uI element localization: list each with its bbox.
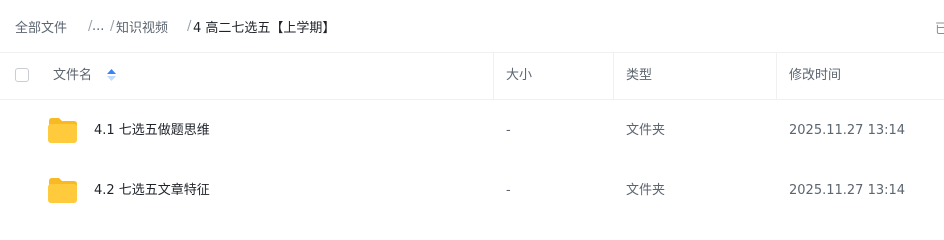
column-header-name[interactable]: 文件名 bbox=[53, 53, 92, 99]
sort-ascending-icon[interactable] bbox=[107, 69, 116, 81]
column-header-type[interactable]: 类型 bbox=[626, 53, 652, 99]
folder-icon bbox=[48, 178, 77, 203]
file-type: 文件夹 bbox=[626, 183, 666, 198]
file-modified: 2025.11.27 13:14 bbox=[789, 123, 906, 138]
table-header: 文件名 大小 类型 修改时间 bbox=[0, 52, 944, 100]
table-row[interactable]: 4.1 七选五做题思维 - 文件夹 2025.11.27 13:14 bbox=[0, 101, 944, 161]
breadcrumb-knowledge-videos[interactable]: 知识视频 bbox=[116, 17, 168, 36]
folder-icon bbox=[48, 118, 77, 143]
column-divider bbox=[493, 53, 494, 99]
breadcrumb: 全部文件 / ... / 知识视频 / 4 高二七选五【上学期】 已 bbox=[0, 0, 944, 52]
file-name[interactable]: 4.1 七选五做题思维 bbox=[94, 101, 210, 161]
column-divider bbox=[776, 53, 777, 99]
table-row[interactable]: 4.2 七选五文章特征 - 文件夹 2025.11.27 13:14 bbox=[0, 161, 944, 221]
breadcrumb-separator: / bbox=[187, 18, 192, 34]
file-type: 文件夹 bbox=[626, 123, 666, 138]
file-name[interactable]: 4.2 七选五文章特征 bbox=[94, 161, 210, 221]
breadcrumb-all-files[interactable]: 全部文件 bbox=[15, 17, 67, 36]
breadcrumb-current-folder: 4 高二七选五【上学期】 bbox=[193, 20, 336, 36]
file-browser: 全部文件 / ... / 知识视频 / 4 高二七选五【上学期】 已 文件名 大… bbox=[0, 0, 944, 220]
breadcrumb-right-text: 已 bbox=[934, 22, 944, 37]
column-header-modified[interactable]: 修改时间 bbox=[789, 53, 841, 99]
column-divider bbox=[613, 53, 614, 99]
breadcrumb-ellipsis[interactable]: ... bbox=[92, 19, 104, 34]
breadcrumb-separator: / bbox=[110, 18, 115, 34]
file-size: - bbox=[506, 123, 511, 138]
file-size: - bbox=[506, 183, 511, 198]
select-all-checkbox[interactable] bbox=[15, 68, 29, 82]
file-modified: 2025.11.27 13:14 bbox=[789, 183, 906, 198]
column-header-size[interactable]: 大小 bbox=[506, 53, 532, 99]
